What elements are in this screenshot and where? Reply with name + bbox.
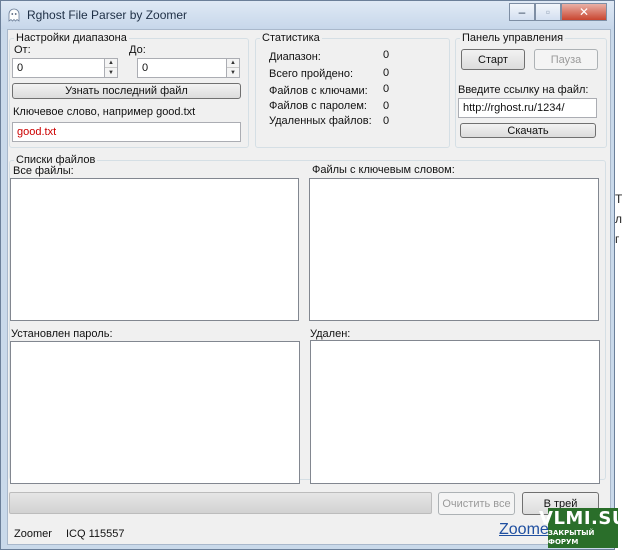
maximize-button[interactable]: ▫ (535, 3, 561, 21)
link-label: Введите ссылку на файл: (458, 84, 589, 96)
to-stepper[interactable]: ▲ ▼ (226, 58, 240, 78)
stat-label-deleted-files: Удаленных файлов: (269, 115, 372, 127)
stat-value-password-files: 0 (383, 100, 390, 112)
title-bar[interactable]: Rghost File Parser by Zoomer ‒ ▫ ✕ (1, 1, 614, 29)
progress-bar (9, 492, 432, 514)
chevron-up-icon[interactable]: ▲ (227, 59, 239, 68)
background-char: г (615, 232, 620, 246)
keyword-input[interactable]: good.txt (12, 122, 241, 142)
background-char: л (615, 212, 622, 226)
clear-all-button[interactable]: Очистить все (438, 492, 515, 515)
close-button[interactable]: ✕ (561, 3, 607, 21)
deleted-files-list[interactable] (310, 340, 600, 484)
to-input[interactable]: 0 (137, 58, 227, 78)
stat-value-keyword-files: 0 (383, 83, 390, 95)
statistics-label: Статистика (260, 32, 322, 44)
chevron-down-icon[interactable]: ▼ (105, 68, 117, 77)
watermark-logo-subtext: ЗАКРЫТЫЙ ФОРУМ (548, 529, 595, 546)
stat-value-total: 0 (383, 67, 390, 79)
stat-label-range: Диапазон: (269, 51, 321, 63)
range-settings-label: Настройки диапазона (14, 32, 129, 44)
background-char: Т (615, 192, 622, 206)
stat-value-deleted-files: 0 (383, 115, 390, 127)
window-title: Rghost File Parser by Zoomer (27, 8, 188, 22)
status-icq: ICQ 115557 (66, 528, 125, 540)
stat-label-password-files: Файлов с паролем: (269, 100, 367, 112)
stat-label-keyword-files: Файлов с ключами: (269, 85, 368, 97)
keyword-label: Ключевое слово, например good.txt (13, 106, 196, 118)
minimize-button[interactable]: ‒ (509, 3, 535, 21)
from-stepper[interactable]: ▲ ▼ (104, 58, 118, 78)
keyword-files-list[interactable] (309, 178, 599, 321)
start-button[interactable]: Старт (461, 49, 525, 70)
app-window: Rghost File Parser by Zoomer ‒ ▫ ✕ Настр… (0, 0, 615, 550)
from-input[interactable]: 0 (12, 58, 105, 78)
background-page: Т л г (614, 0, 622, 550)
pause-button[interactable]: Пауза (534, 49, 598, 70)
chevron-up-icon[interactable]: ▲ (105, 59, 117, 68)
password-files-label: Установлен пароль: (11, 328, 113, 340)
to-label: До: (129, 44, 146, 56)
control-panel-label: Панель управления (460, 32, 566, 44)
all-files-list[interactable] (10, 178, 299, 321)
chevron-down-icon[interactable]: ▼ (227, 68, 239, 77)
password-files-list[interactable] (10, 341, 300, 484)
keyword-files-label: Файлы с ключевым словом: (312, 164, 455, 176)
status-author: Zoomer (14, 528, 52, 540)
stat-label-total: Всего пройдено: (269, 68, 354, 80)
vlmi-watermark-logo: VLMI.SU ЗАКРЫТЫЙ ФОРУМ (539, 508, 622, 548)
from-label: От: (14, 44, 31, 56)
stat-value-range: 0 (383, 49, 390, 61)
download-button[interactable]: Скачать (460, 123, 596, 138)
client-area: Настройки диапазона От: До: 0 ▲ ▼ 0 ▲ ▼ … (7, 29, 611, 545)
find-last-file-button[interactable]: Узнать последний файл (12, 83, 241, 99)
watermark-logo-text: VLMI.SU (539, 508, 622, 529)
all-files-label: Все файлы: (13, 165, 74, 177)
ghost-app-icon (8, 8, 20, 22)
link-input[interactable]: http://rghost.ru/1234/ (458, 98, 597, 118)
